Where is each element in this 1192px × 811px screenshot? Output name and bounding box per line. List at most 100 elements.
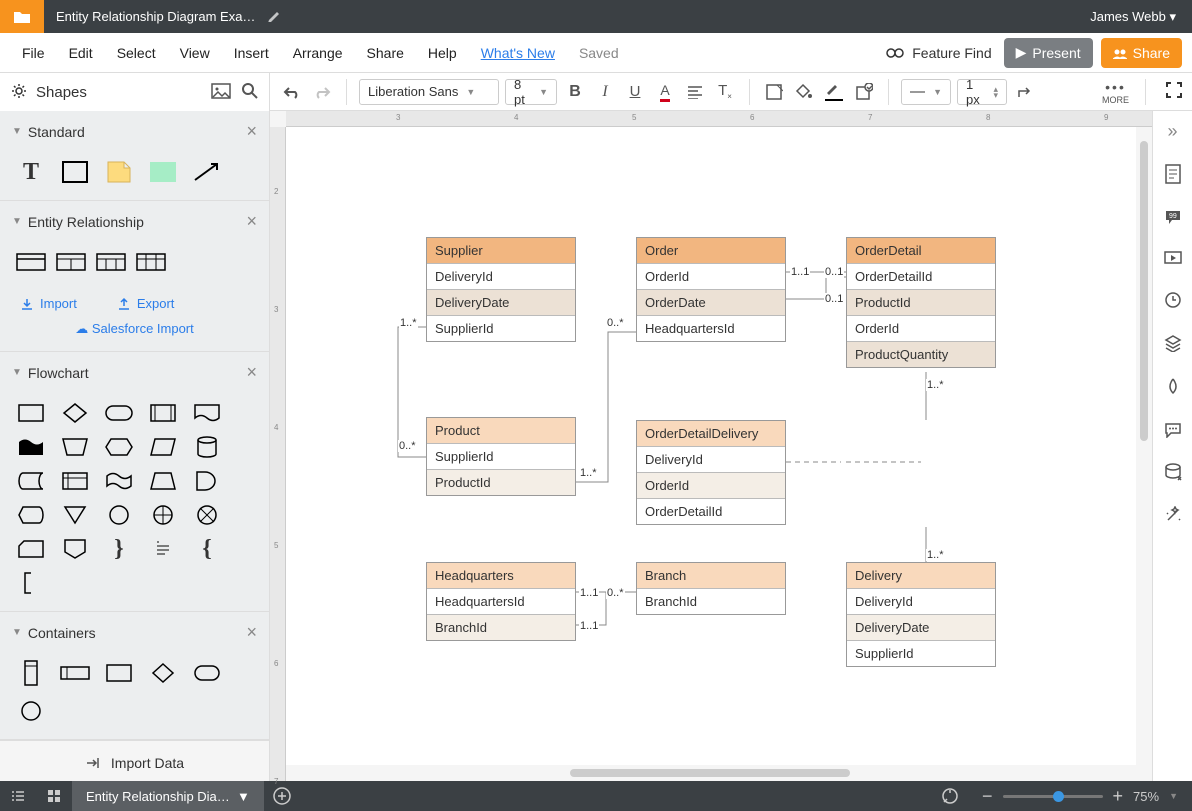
fc-or[interactable] [192, 503, 222, 527]
drop-icon[interactable] [1165, 377, 1181, 400]
menu-select[interactable]: Select [105, 45, 168, 61]
entity-branch[interactable]: BranchBranchId [636, 562, 786, 615]
fc-rect[interactable] [16, 401, 46, 425]
close-icon[interactable]: × [246, 362, 257, 383]
entity-headquarters[interactable]: HeadquartersHeadquartersIdBranchId [426, 562, 576, 641]
linewidth-select[interactable]: 1 px▴▾ [957, 79, 1007, 105]
menu-arrange[interactable]: Arrange [281, 45, 355, 61]
shape-block[interactable] [148, 160, 178, 184]
cont-5[interactable] [192, 661, 222, 685]
menu-insert[interactable]: Insert [222, 45, 281, 61]
zoom-out[interactable]: − [982, 786, 993, 807]
fc-circle[interactable] [104, 503, 134, 527]
fc-terminator[interactable] [104, 401, 134, 425]
fc-brace-l[interactable]: { [192, 537, 222, 561]
salesforce-import-link[interactable]: ☁ Salesforce Import [0, 317, 269, 351]
fc-display[interactable] [16, 503, 46, 527]
fc-note[interactable] [148, 537, 178, 561]
fc-card[interactable] [16, 537, 46, 561]
clearformat-icon[interactable]: T× [713, 80, 737, 104]
page-tab[interactable]: Entity Relationship Dia… ▼ [72, 781, 264, 811]
undo-icon[interactable] [280, 80, 304, 104]
close-icon[interactable]: × [246, 622, 257, 643]
shape-rect-icon[interactable] [762, 80, 786, 104]
fc-internal[interactable] [60, 469, 90, 493]
fc-para[interactable] [148, 435, 178, 459]
search-icon[interactable] [241, 82, 259, 103]
chat-icon[interactable] [1164, 422, 1182, 441]
connector-icon[interactable] [1013, 80, 1037, 104]
fill-icon[interactable] [792, 80, 816, 104]
zoom-value[interactable]: 75% [1133, 789, 1159, 804]
shape-note[interactable] [104, 160, 134, 184]
zoom-in[interactable]: + [1113, 786, 1124, 807]
align-icon[interactable] [683, 80, 707, 104]
gear-icon[interactable] [10, 82, 28, 103]
shapelib-icon[interactable] [852, 80, 876, 104]
shape-er1[interactable] [16, 250, 46, 274]
underline-icon[interactable]: U [623, 80, 647, 104]
fc-offpage[interactable] [60, 537, 90, 561]
section-containers[interactable]: ▼Containers× [0, 612, 269, 653]
layers-icon[interactable] [1164, 334, 1182, 355]
cont-2[interactable] [60, 661, 90, 685]
entity-orderdetail[interactable]: OrderDetailOrderDetailIdProductIdOrderId… [846, 237, 996, 368]
linestyle-select[interactable]: ▼ [901, 79, 951, 105]
shape-er4[interactable] [136, 250, 166, 274]
present-button[interactable]: ▶ Present [1004, 38, 1093, 68]
menu-view[interactable]: View [168, 45, 222, 61]
fc-hex[interactable] [104, 435, 134, 459]
entity-odd[interactable]: OrderDetailDeliveryDeliveryIdOrderIdOrde… [636, 420, 786, 525]
export-link[interactable]: Export [117, 296, 175, 311]
import-data-button[interactable]: Import Data [0, 740, 269, 781]
share-button[interactable]: Share [1101, 38, 1182, 68]
target-icon[interactable] [932, 787, 968, 805]
fc-trap[interactable] [148, 469, 178, 493]
comment-icon[interactable]: 99 [1164, 209, 1182, 228]
scrollbar-vertical[interactable] [1140, 141, 1148, 441]
entity-product[interactable]: ProductSupplierIdProductId [426, 417, 576, 496]
import-link[interactable]: Import [20, 296, 77, 311]
section-standard[interactable]: ▼Standard× [0, 111, 269, 152]
menu-whatsnew[interactable]: What's New [469, 45, 567, 61]
close-icon[interactable]: × [246, 211, 257, 232]
shape-text[interactable]: T [16, 160, 46, 184]
cont-1[interactable] [16, 661, 46, 685]
close-icon[interactable]: × [246, 121, 257, 142]
fc-invdoc[interactable] [16, 435, 46, 459]
shape-rect[interactable] [60, 160, 90, 184]
menu-share[interactable]: Share [355, 45, 416, 61]
outline-icon[interactable] [0, 789, 36, 803]
shape-er3[interactable] [96, 250, 126, 274]
menu-file[interactable]: File [10, 45, 57, 61]
entity-supplier[interactable]: SupplierDeliveryIdDeliveryDateSupplierId [426, 237, 576, 342]
zoom-slider[interactable] [1003, 795, 1103, 798]
font-select[interactable]: Liberation Sans▼ [359, 79, 499, 105]
fc-diamond[interactable] [60, 401, 90, 425]
history-icon[interactable] [1164, 291, 1182, 312]
grid-icon[interactable] [36, 789, 72, 803]
fontsize-select[interactable]: 8 pt▼ [505, 79, 557, 105]
image-icon[interactable] [211, 83, 231, 102]
user-menu[interactable]: James Webb ▾ [1074, 9, 1192, 25]
data-icon[interactable] [1164, 463, 1182, 484]
shape-arrow[interactable] [192, 160, 222, 184]
cont-3[interactable] [104, 661, 134, 685]
fc-brace-r[interactable]: } [104, 537, 134, 561]
canvas-area[interactable]: 3456789 234567 SupplierDeliveryIdDeliver… [270, 111, 1152, 781]
collapse-icon[interactable]: » [1167, 121, 1177, 142]
magic-icon[interactable] [1164, 506, 1182, 527]
page-icon[interactable] [1164, 164, 1182, 187]
fc-and[interactable] [192, 469, 222, 493]
linecolor-icon[interactable] [822, 80, 846, 104]
fc-manual[interactable] [60, 435, 90, 459]
bold-icon[interactable]: B [563, 80, 587, 104]
pencil-icon[interactable] [267, 8, 281, 25]
add-page-icon[interactable] [264, 787, 300, 805]
fc-annotation[interactable] [16, 571, 46, 595]
section-er[interactable]: ▼Entity Relationship× [0, 201, 269, 242]
fc-cyl[interactable] [192, 435, 222, 459]
fc-stored[interactable] [16, 469, 46, 493]
section-flowchart[interactable]: ▼Flowchart× [0, 352, 269, 393]
fc-predef[interactable] [148, 401, 178, 425]
